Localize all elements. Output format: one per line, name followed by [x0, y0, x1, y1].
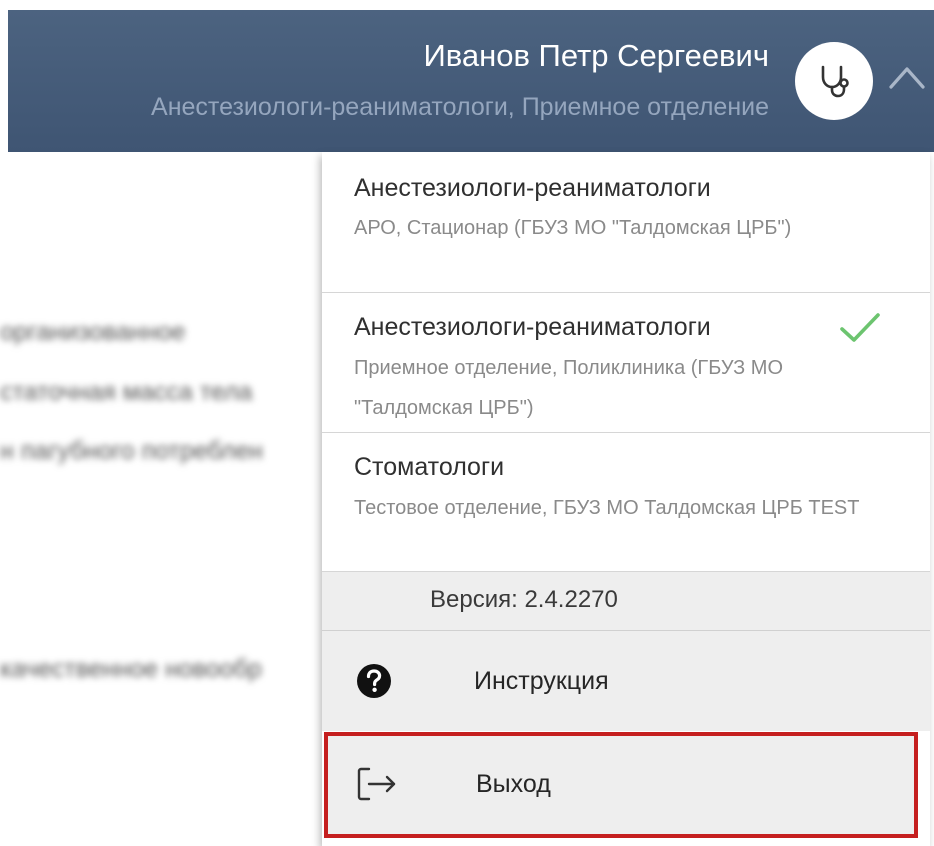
user-name[interactable]: Иванов Петр Сергеевич — [423, 38, 769, 74]
chevron-up-icon[interactable] — [880, 50, 934, 104]
instruction-menu-item[interactable]: Инструкция — [322, 631, 930, 731]
position-subtitle: АРО, Стационар (ГБУЗ МО "Талдомская ЦРБ"… — [354, 217, 792, 239]
stethoscope-icon — [821, 65, 849, 98]
position-item[interactable]: Стоматологи Тестовое отделение, ГБУЗ МО … — [322, 433, 930, 572]
avatar[interactable] — [795, 42, 873, 120]
background-text-line: организованное — [0, 318, 186, 346]
position-title: Стоматологи — [354, 453, 505, 481]
app-page: организованное статочная масса тела н па… — [0, 0, 934, 846]
position-subtitle: Тестовое отделение, ГБУЗ МО Талдомская Ц… — [354, 497, 860, 519]
position-item-selected[interactable]: Анестезиологи-реаниматологи Приемное отд… — [322, 293, 930, 433]
background-text-line: статочная масса тела — [0, 378, 253, 406]
background-text-line: н пагубного потреблен — [0, 437, 263, 465]
instruction-label: Инструкция — [474, 667, 609, 695]
version-row: Версия: 2.4.2270 — [322, 572, 930, 631]
user-role[interactable]: Анестезиологи-реаниматологи, Приемное от… — [151, 93, 769, 122]
position-item[interactable]: Анестезиологи-реаниматологи АРО, Стацион… — [322, 152, 930, 293]
logout-menu-item[interactable]: Выход — [324, 732, 918, 838]
logout-label: Выход — [476, 770, 551, 798]
background-text-line: качественное новообр — [0, 655, 262, 683]
version-label: Версия: 2.4.2270 — [430, 586, 618, 613]
logout-icon — [356, 764, 400, 804]
help-circle-icon — [354, 661, 394, 701]
user-dropdown-menu: Анестезиологи-реаниматологи АРО, Стацион… — [322, 152, 930, 846]
position-subtitle: Приемное отделение, Поликлиника (ГБУЗ МО… — [354, 357, 784, 419]
position-title: Анестезиологи-реаниматологи — [354, 313, 711, 341]
checkmark-icon — [840, 313, 880, 342]
position-title: Анестезиологи-реаниматологи — [354, 174, 711, 202]
